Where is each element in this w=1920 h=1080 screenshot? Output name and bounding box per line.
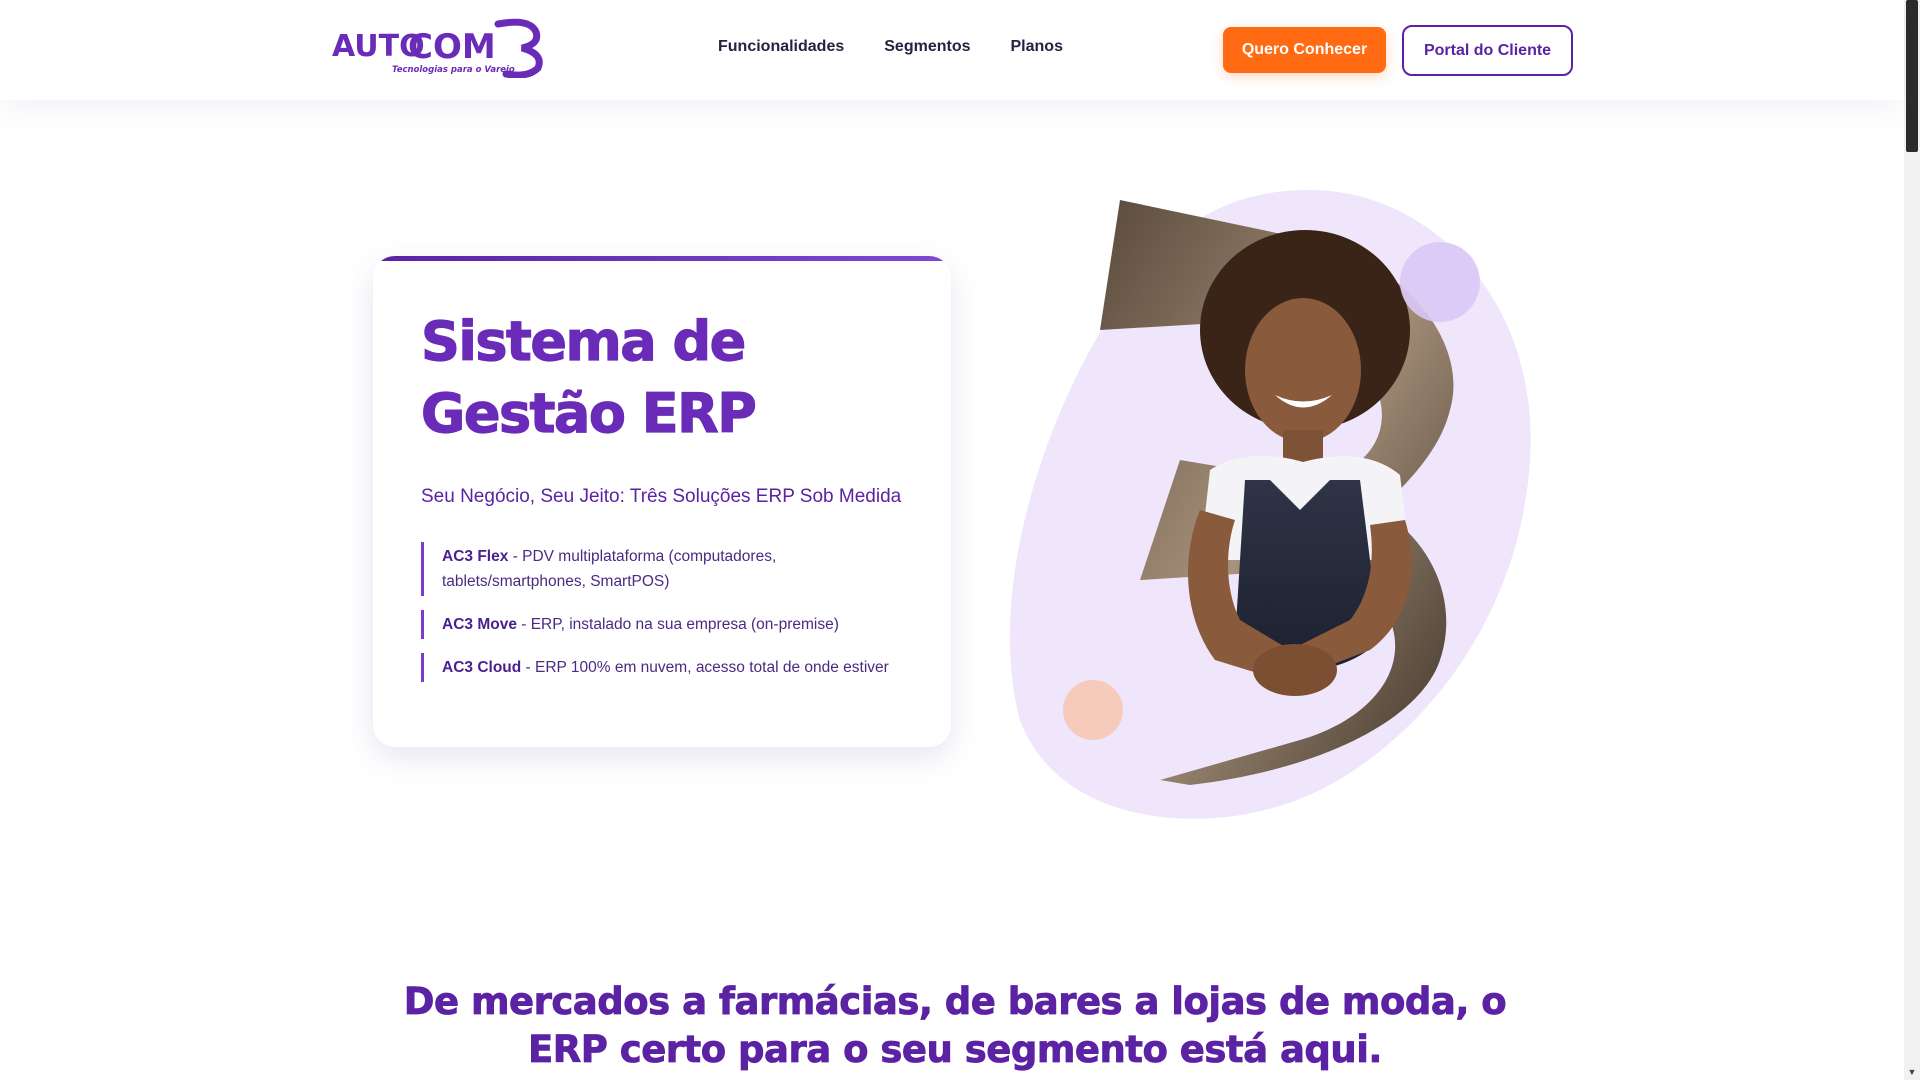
- main-nav: Funcionalidades Segmentos Planos: [718, 38, 1063, 56]
- woman-shopkeeper-photo: [1009, 190, 1531, 819]
- scroll-down-arrow-icon[interactable]: ▼: [1906, 1066, 1918, 1078]
- hero-card: Sistema de Gestão ERP Seu Negócio, Seu J…: [373, 256, 951, 747]
- site-header: AUTO COM Tecnologias para o Varejo Funci…: [0, 0, 1904, 100]
- autocom3-logo[interactable]: AUTO COM Tecnologias para o Varejo: [330, 16, 550, 79]
- card-accent-bar: [373, 256, 951, 261]
- hero-illustration: [1000, 180, 1560, 820]
- scrollbar-thumb[interactable]: [1906, 0, 1918, 152]
- nav-funcionalidades[interactable]: Funcionalidades: [718, 38, 844, 56]
- decor-circle-peach: [1063, 680, 1123, 740]
- product-name: AC3 Move: [442, 616, 517, 633]
- nav-planos[interactable]: Planos: [1011, 38, 1063, 56]
- decor-circle-purple: [1400, 242, 1480, 322]
- nav-segmentos[interactable]: Segmentos: [884, 38, 970, 56]
- product-item-ac3-cloud: AC3 Cloud - ERP 100% em nuvem, acesso to…: [421, 653, 911, 682]
- product-name: AC3 Cloud: [442, 659, 522, 676]
- logo-graphic: AUTO COM Tecnologias para o Varejo: [332, 18, 543, 79]
- woman-hands: [1253, 644, 1337, 696]
- product-desc: - ERP, instalado na sua empresa (on-prem…: [516, 616, 839, 633]
- quero-conhecer-button[interactable]: Quero Conhecer: [1223, 27, 1386, 73]
- product-list: AC3 Flex - PDV multiplataforma (computad…: [421, 542, 911, 696]
- product-item-ac3-flex: AC3 Flex - PDV multiplataforma (computad…: [421, 542, 911, 596]
- logo-tagline: Tecnologias para o Varejo: [392, 65, 515, 75]
- product-desc: - ERP 100% em nuvem, acesso total de ond…: [521, 659, 889, 676]
- hero-subtitle: Seu Negócio, Seu Jeito: Três Soluções ER…: [421, 486, 902, 507]
- portal-cliente-button[interactable]: Portal do Cliente: [1402, 25, 1573, 76]
- hero-title: Sistema de Gestão ERP: [420, 309, 757, 445]
- logo-brand-right: COM: [408, 27, 496, 67]
- woman-face: [1245, 298, 1361, 442]
- product-item-ac3-move: AC3 Move - ERP, instalado na sua empresa…: [421, 610, 911, 639]
- page-scrollbar[interactable]: ▼: [1904, 0, 1920, 1080]
- segments-heading: De mercados a farmácias, de bares a loja…: [403, 980, 1507, 1072]
- product-name: AC3 Flex: [442, 548, 509, 565]
